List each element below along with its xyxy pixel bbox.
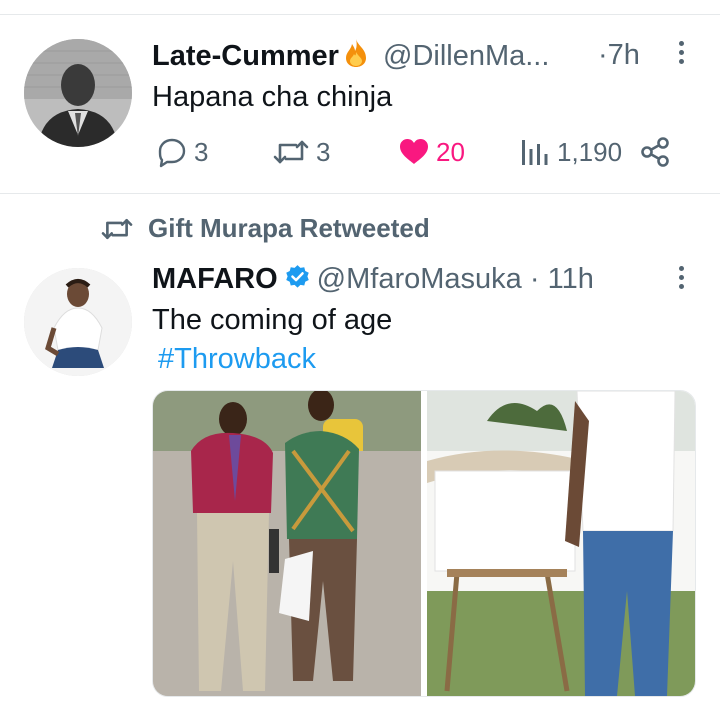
retweet-icon — [273, 140, 309, 164]
handle[interactable]: @MfaroMasuka — [317, 263, 522, 295]
share-button[interactable] — [640, 136, 670, 168]
fire-icon — [343, 38, 369, 76]
hashtag-link[interactable]: #Throwback — [158, 342, 316, 376]
display-name[interactable]: MAFARO — [152, 263, 278, 295]
tweet-timestamp: ·7h — [598, 38, 640, 72]
tweet-divider — [0, 193, 720, 194]
reply-button[interactable]: 3 — [156, 136, 208, 168]
tweet-text: The coming of age — [152, 304, 393, 336]
photo-2[interactable] — [427, 391, 695, 696]
view-count: 1,190 — [557, 136, 623, 167]
like-button[interactable]: 20 — [398, 136, 465, 168]
retweet-count: 3 — [316, 136, 331, 167]
photo-1[interactable] — [153, 391, 421, 696]
heart-filled-icon — [400, 139, 428, 164]
more-options-icon[interactable] — [671, 263, 691, 293]
verified-badge-icon — [284, 264, 311, 299]
tweet-header: MAFARO @MfaroMasuka · 11h — [152, 262, 594, 299]
views-icon — [522, 140, 548, 165]
separator-dot: · — [598, 39, 608, 71]
tweet-text: Hapana cha chinja — [152, 81, 393, 113]
retweet-banner[interactable]: Gift Murapa Retweeted — [100, 213, 430, 244]
retweet-button[interactable]: 3 — [272, 136, 330, 168]
views-button[interactable]: 1,190 — [521, 136, 622, 168]
like-count: 20 — [436, 136, 465, 167]
media-grid — [152, 390, 696, 697]
reply-count: 3 — [194, 136, 209, 167]
retweeted-by-label: Gift Murapa Retweeted — [148, 213, 430, 243]
retweet-icon — [101, 218, 133, 239]
avatar[interactable] — [24, 39, 132, 147]
separator-dot: · — [529, 263, 540, 295]
timestamp[interactable]: 11h — [548, 263, 594, 295]
tweet-header: Late-Cummer @DillenMa... — [152, 38, 549, 76]
reply-icon — [158, 138, 186, 168]
avatar[interactable] — [24, 268, 132, 376]
timestamp[interactable]: 7h — [608, 39, 640, 71]
handle[interactable]: @DillenMa... — [383, 40, 549, 72]
display-name[interactable]: Late-Cummer — [152, 40, 339, 72]
share-icon — [641, 137, 669, 167]
top-divider — [0, 14, 720, 15]
more-options-icon[interactable] — [671, 38, 691, 68]
